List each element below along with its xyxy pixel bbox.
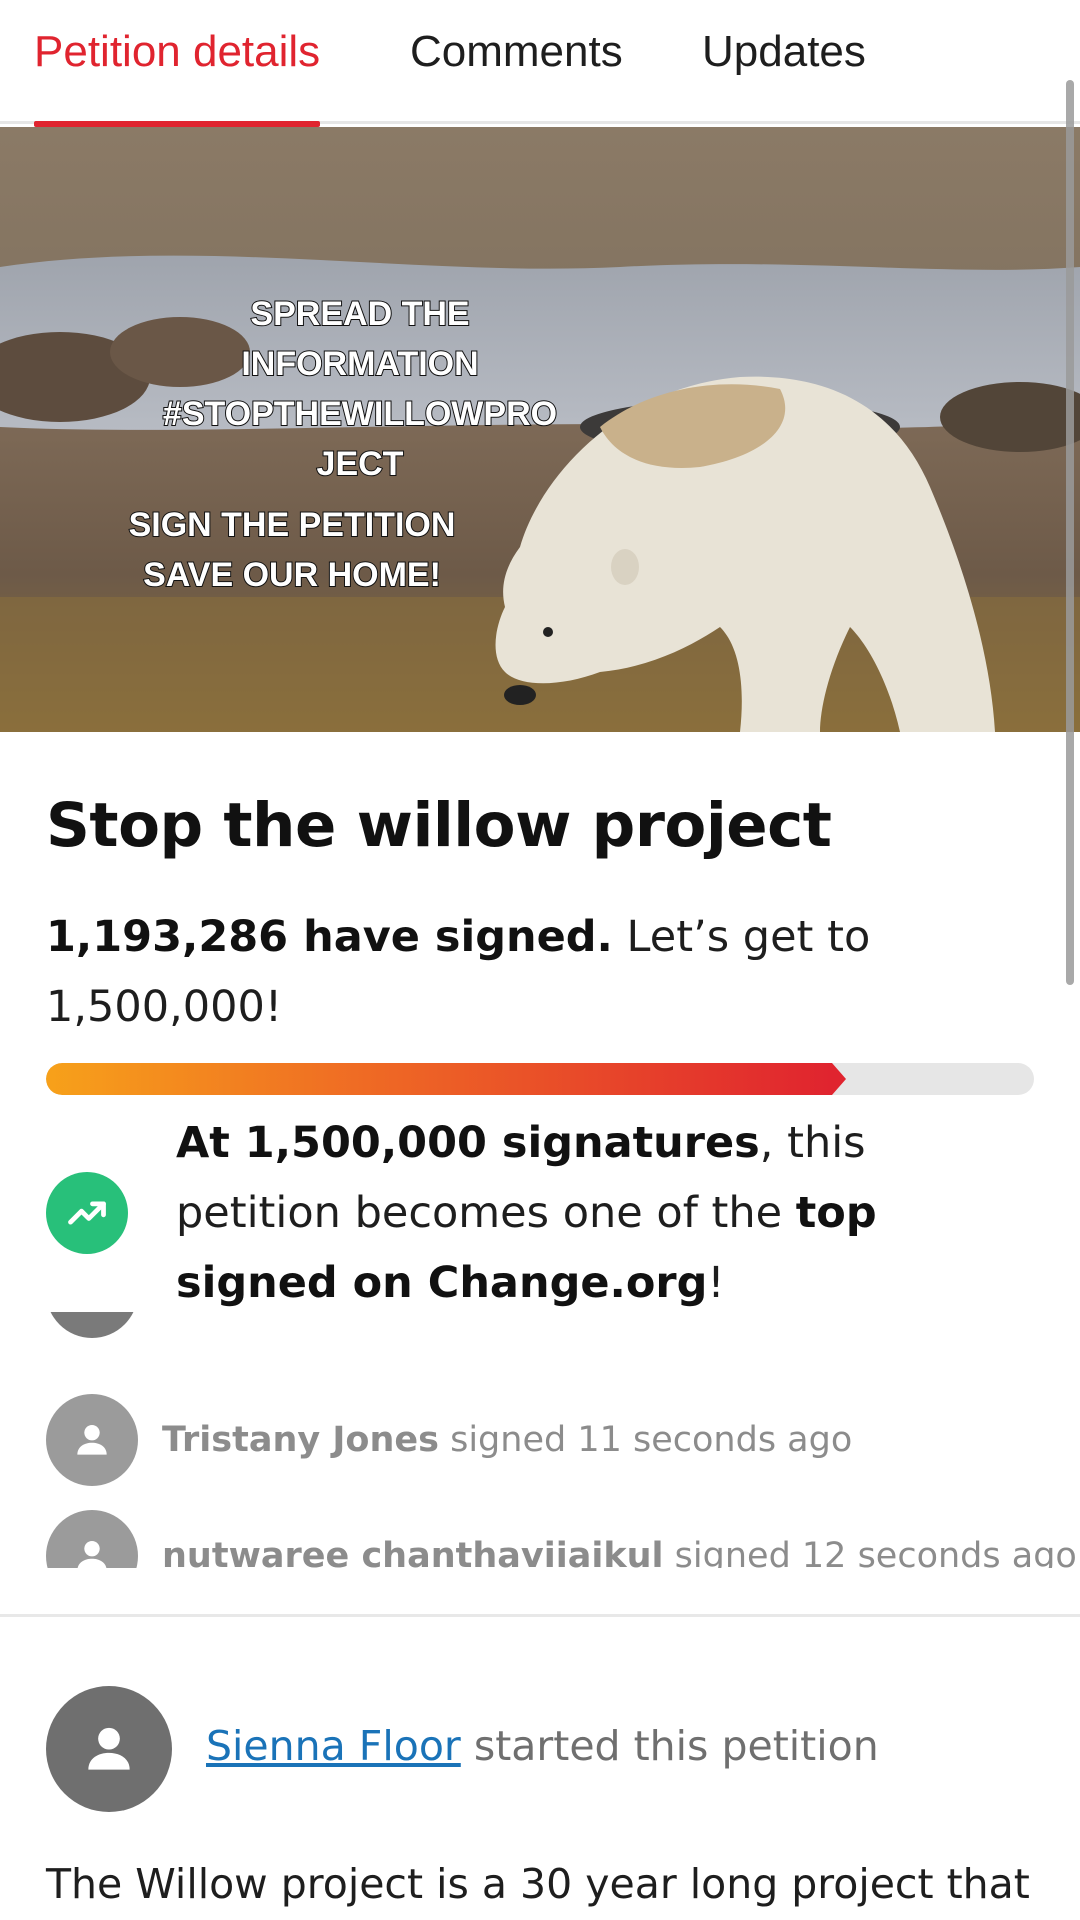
overlay-line: SPREAD THE (249, 294, 470, 334)
petition-hero-image: SPREAD THE INFORMATION #STOPTHEWILLOWPRO… (0, 127, 1080, 732)
person-icon (77, 1424, 107, 1455)
tab-petition-details[interactable]: Petition details (34, 0, 321, 127)
tab-comments[interactable]: Comments (410, 0, 623, 124)
petition-starter: Sienna Floor started this petition (206, 1722, 879, 1770)
overlay-line: SAVE OUR HOME! (142, 555, 442, 595)
petition-title: Stop the willow project (46, 790, 832, 861)
scroll-indicator[interactable] (1066, 80, 1074, 985)
list-item: nutwaree chanthaviiaikul signed 12 secon… (46, 1510, 1077, 1568)
avatar (46, 1312, 138, 1338)
signer-entry: nutwaree chanthaviiaikul signed 12 secon… (162, 1536, 1077, 1568)
person-icon (77, 1540, 107, 1568)
tab-bar: Petition details Comments Updates (0, 0, 1080, 127)
starter-avatar[interactable] (46, 1686, 172, 1812)
tab-label: Petition details (34, 27, 321, 76)
overlay-line: SIGN THE PETITION (128, 505, 457, 545)
trending-up-glyph (68, 1201, 106, 1225)
milestone-end-text: ! (707, 1258, 725, 1308)
overlay-line: INFORMATION (240, 344, 479, 384)
milestone-bold-start: At 1,500,000 signatures (176, 1118, 760, 1168)
avatar (46, 1394, 138, 1486)
signer-name: Tristany Jones (162, 1420, 439, 1460)
tab-label: Comments (410, 27, 623, 76)
list-item (46, 1312, 138, 1338)
signer-name: nutwaree chanthaviiaikul (162, 1536, 664, 1568)
overlay-text-top: SPREAD THE INFORMATION #STOPTHEWILLOWPRO… (135, 289, 585, 489)
list-item: Tristany Jones signed 11 seconds ago (46, 1394, 852, 1486)
signed-count: 1,193,286 have signed. (46, 912, 613, 962)
person-icon (88, 1727, 130, 1770)
avatar (46, 1510, 138, 1568)
overlay-line: JECT (316, 444, 405, 484)
signer-action: signed 12 seconds ago (674, 1536, 1077, 1568)
signer-action: signed 11 seconds ago (450, 1420, 853, 1460)
recent-signers-list: Tristany Jones signed 11 seconds ago nut… (0, 1312, 1080, 1568)
starter-action: started this petition (473, 1722, 879, 1770)
signature-progress-text: 1,193,286 have signed. Let’s get to 1,50… (46, 902, 1006, 1042)
tab-label: Updates (702, 27, 866, 76)
overlay-text-bottom: SIGN THE PETITION SAVE OUR HOME! (112, 500, 472, 600)
petition-description: The Willow project is a 30 year long pro… (46, 1860, 1030, 1908)
overlay-line: #STOPTHEWILLOWPRO (162, 394, 558, 434)
signer-entry: Tristany Jones signed 11 seconds ago (162, 1420, 852, 1460)
milestone-message: At 1,500,000 signatures, this petition b… (176, 1108, 1026, 1318)
section-divider (0, 1614, 1080, 1617)
progress-bar-fill (46, 1063, 846, 1095)
starter-name-link[interactable]: Sienna Floor (206, 1722, 461, 1770)
signature-progress-bar (46, 1063, 1034, 1095)
trending-up-icon (46, 1172, 128, 1254)
tab-updates[interactable]: Updates (702, 0, 866, 124)
